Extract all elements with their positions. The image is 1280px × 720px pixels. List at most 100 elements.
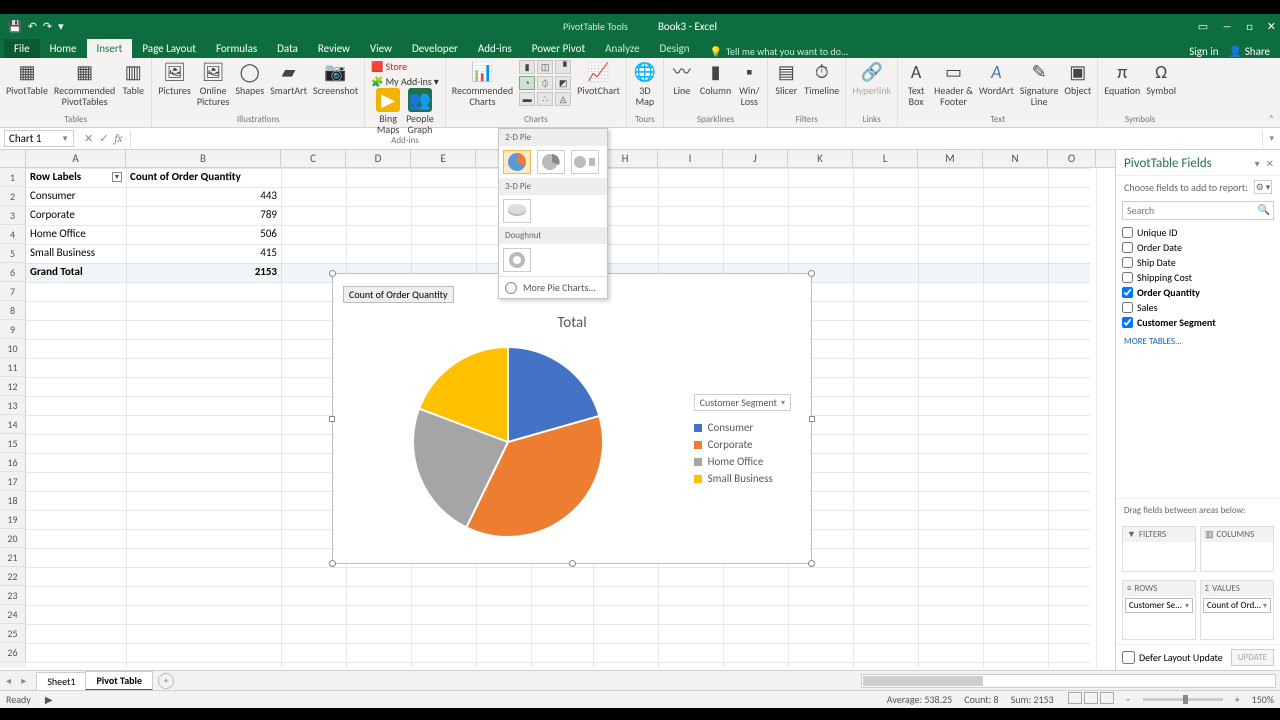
pivot-chart-object[interactable]: Count of Order Quantity Total Customer S…: [332, 273, 812, 564]
field-ship-date[interactable]: Ship Date: [1122, 255, 1274, 270]
field-search[interactable]: 🔍: [1122, 201, 1274, 220]
row-header[interactable]: 25: [0, 624, 26, 643]
column-header[interactable]: C: [281, 150, 346, 167]
legend-item[interactable]: Consumer: [694, 421, 791, 434]
row-header[interactable]: 8: [0, 301, 26, 320]
header-footer-button[interactable]: ▭Header & Footer: [934, 60, 973, 107]
sheet-tab-sheet1[interactable]: Sheet1: [36, 672, 86, 690]
table-button[interactable]: ▥Table: [121, 60, 145, 97]
sign-in-link[interactable]: Sign in: [1189, 45, 1218, 58]
field-unique-id[interactable]: Unique ID: [1122, 225, 1274, 240]
people-graph-button[interactable]: 👥People Graph: [406, 88, 434, 135]
pivottable-button[interactable]: ▦PivotTable: [6, 60, 48, 97]
row-labels-filter-icon[interactable]: ▼: [112, 172, 122, 182]
slicer-button[interactable]: ▤Slicer: [774, 60, 798, 97]
row-header[interactable]: 1: [0, 168, 26, 187]
area-rows[interactable]: ≡ROWSCustomer Se...: [1122, 580, 1196, 640]
tab-page-layout[interactable]: Page Layout: [132, 39, 206, 58]
row-header[interactable]: 24: [0, 605, 26, 624]
zoom-slider[interactable]: [1143, 698, 1223, 701]
row-header[interactable]: 16: [0, 453, 26, 472]
formula-input[interactable]: [130, 130, 1263, 148]
file-tab[interactable]: File: [4, 39, 40, 58]
column-header[interactable]: L: [853, 150, 918, 167]
collapse-ribbon-icon[interactable]: ˄: [1269, 112, 1274, 125]
row-header[interactable]: 10: [0, 339, 26, 358]
row-header[interactable]: 2: [0, 187, 26, 206]
row-header[interactable]: 20: [0, 529, 26, 548]
cell[interactable]: 506: [126, 225, 281, 242]
chart-column-icon[interactable]: ▮: [519, 60, 535, 74]
tab-home[interactable]: Home: [40, 39, 87, 58]
qat-customize-icon[interactable]: ▾: [58, 20, 64, 33]
chart-surface-icon[interactable]: ◬: [555, 92, 571, 106]
column-header[interactable]: D: [346, 150, 411, 167]
online-pictures-button[interactable]: 🖼Online Pictures: [197, 60, 230, 107]
values-chip-count-order-qty[interactable]: Count of Ord...: [1203, 598, 1271, 613]
undo-icon[interactable]: ↶: [28, 20, 37, 33]
recommended-charts-button[interactable]: 📊Recommended Charts: [452, 60, 513, 107]
area-values[interactable]: ΣVALUESCount of Ord...: [1200, 580, 1274, 640]
rows-chip-customer-segment[interactable]: Customer Se...: [1125, 598, 1193, 613]
equation-button[interactable]: πEquation: [1104, 60, 1140, 97]
share-button[interactable]: 👤 Share: [1229, 45, 1270, 58]
chart-hierarchy-icon[interactable]: ◫: [537, 60, 553, 74]
chart-bar-icon[interactable]: ▬: [519, 92, 535, 106]
chevron-down-icon[interactable]: ▼: [61, 134, 69, 144]
wordart-button[interactable]: AWordArt: [979, 60, 1014, 97]
hyperlink-button[interactable]: 🔗Hyperlink: [852, 60, 891, 97]
legend-item[interactable]: Home Office: [694, 455, 791, 468]
legend-item[interactable]: Corporate: [694, 438, 791, 451]
cell[interactable]: Count of Order Quantity: [126, 168, 281, 185]
row-header[interactable]: 7: [0, 282, 26, 301]
row-header[interactable]: 14: [0, 415, 26, 434]
sparkline-line-button[interactable]: 〰Line: [670, 60, 694, 97]
defer-layout-checkbox[interactable]: Defer Layout Update: [1122, 651, 1223, 664]
cell[interactable]: Grand Total: [26, 263, 126, 280]
chart-pie-icon[interactable]: ◔: [519, 76, 535, 90]
row-header[interactable]: 26: [0, 643, 26, 662]
row-header[interactable]: 5: [0, 244, 26, 263]
chart-scatter-icon[interactable]: ∴: [537, 92, 553, 106]
cell[interactable]: 2153: [126, 263, 281, 280]
tab-power-pivot[interactable]: Power Pivot: [522, 39, 595, 58]
row-header[interactable]: 21: [0, 548, 26, 567]
column-header[interactable]: B: [126, 150, 281, 167]
chart-statistic-icon[interactable]: ⏀: [537, 76, 553, 90]
redo-icon[interactable]: ↷: [43, 20, 52, 33]
field-shipping-cost[interactable]: Shipping Cost: [1122, 270, 1274, 285]
recommended-pivottables-button[interactable]: ▦Recommended PivotTables: [54, 60, 115, 107]
store-button[interactable]: 🟥 Store: [371, 60, 407, 73]
cell[interactable]: Corporate: [26, 206, 126, 223]
tab-addins[interactable]: Add-ins: [468, 39, 522, 58]
minimize-icon[interactable]: ―: [1222, 20, 1232, 33]
new-sheet-button[interactable]: +: [158, 673, 174, 689]
sparkline-winloss-button[interactable]: ▪Win/ Loss: [737, 60, 761, 107]
pictures-button[interactable]: 🖼Pictures: [158, 60, 191, 97]
timeline-button[interactable]: ⏱Timeline: [804, 60, 839, 97]
row-header[interactable]: 22: [0, 567, 26, 586]
row-header[interactable]: 13: [0, 396, 26, 415]
column-header[interactable]: I: [658, 150, 723, 167]
chart-category-field-button[interactable]: Customer Segment: [694, 394, 791, 411]
pie-2d-simple-option[interactable]: [503, 150, 531, 174]
field-search-input[interactable]: [1122, 201, 1274, 220]
enter-formula-icon[interactable]: ✓: [99, 132, 108, 145]
cell[interactable]: 789: [126, 206, 281, 223]
pane-close-icon[interactable]: ✕: [1266, 157, 1274, 170]
row-header[interactable]: 15: [0, 434, 26, 453]
cell[interactable]: Consumer: [26, 187, 126, 204]
cancel-formula-icon[interactable]: ✕: [84, 132, 93, 145]
column-header[interactable]: J: [723, 150, 788, 167]
object-button[interactable]: ▣Object: [1064, 60, 1091, 97]
area-filters[interactable]: ▼FILTERS: [1122, 526, 1196, 572]
pivotchart-button[interactable]: 📈PivotChart: [577, 60, 620, 97]
row-header[interactable]: 11: [0, 358, 26, 377]
field-customer-segment[interactable]: Customer Segment: [1122, 315, 1274, 330]
column-header[interactable]: N: [983, 150, 1048, 167]
sheet-tab-pivot-table[interactable]: Pivot Table: [85, 671, 153, 691]
tab-view[interactable]: View: [360, 39, 402, 58]
macro-record-icon[interactable]: ▶: [45, 693, 53, 706]
row-header[interactable]: 6: [0, 263, 26, 282]
horizontal-scrollbar[interactable]: [861, 674, 1276, 688]
